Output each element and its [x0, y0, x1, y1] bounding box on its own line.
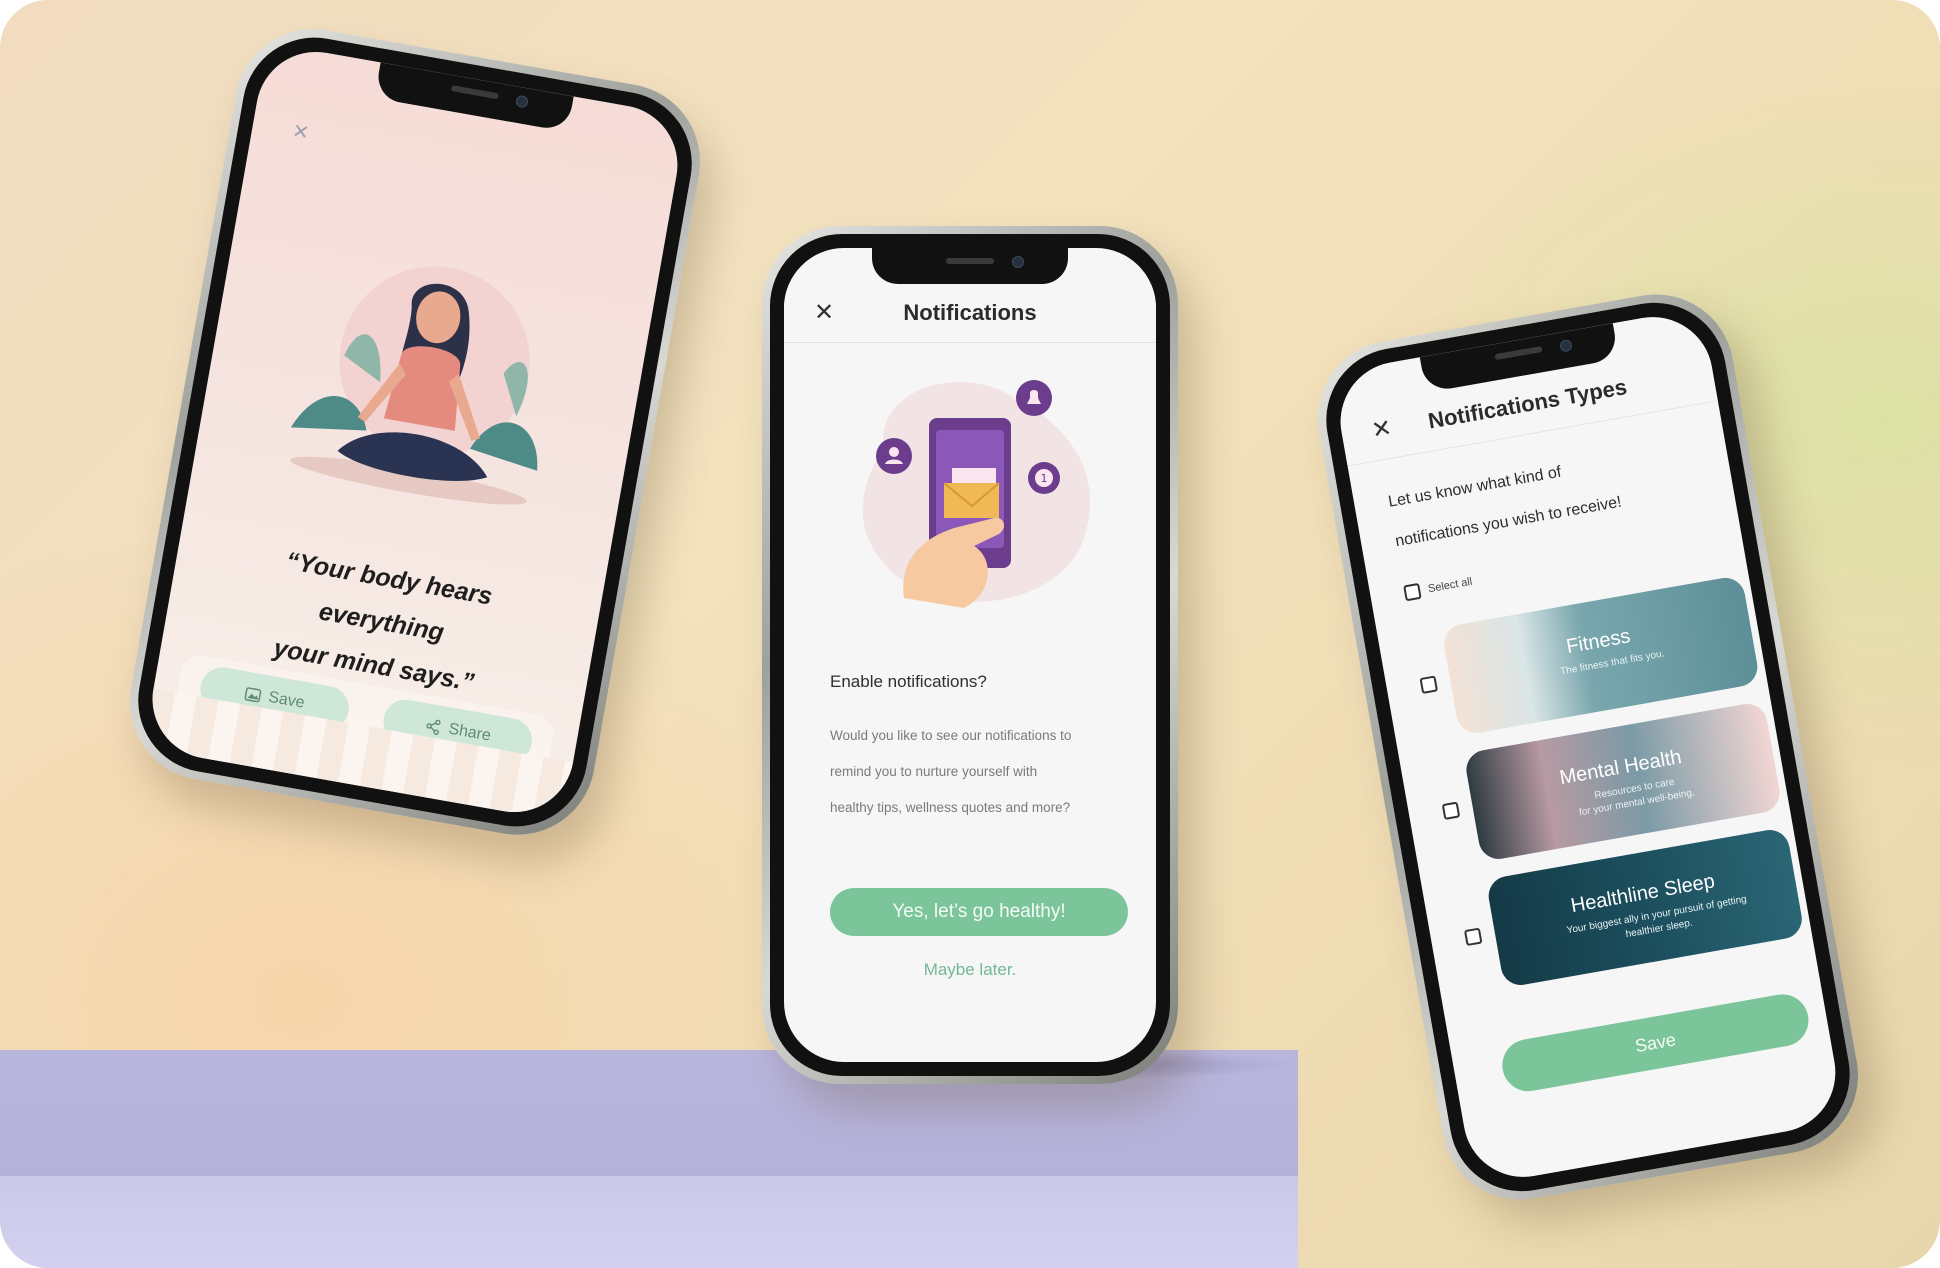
phone-bezel: ✕ Notifications 1 Enable notifications? … [770, 234, 1170, 1076]
phone-quote-screen: ✕ “Your body hears everything your mind [117, 16, 713, 848]
save-preferences-button[interactable]: Save [1498, 990, 1813, 1096]
page-title: Notifications [903, 300, 1037, 325]
meditation-illustration [290, 266, 538, 505]
mockup-scene: ✕ “Your body hears everything your mind [0, 0, 1940, 1268]
phone-notch [374, 62, 574, 132]
notifications-screen: ✕ Notifications 1 Enable notifications? … [784, 248, 1156, 1062]
quote-screen: ✕ “Your body hears everything your mind [143, 42, 687, 822]
enable-notifications-title: Enable notifications? [830, 672, 987, 691]
share-icon [426, 719, 441, 735]
pedestal-front [0, 1176, 1298, 1268]
phone-notch [872, 248, 1068, 284]
phone-notification-types-screen: ✕ Notifications Types Let us know what k… [1305, 282, 1871, 1212]
close-icon[interactable]: ✕ [290, 118, 311, 146]
image-icon [244, 687, 262, 703]
fitness-checkbox[interactable] [1419, 675, 1439, 694]
select-all-row[interactable]: Select all [1403, 574, 1473, 602]
select-all-checkbox[interactable] [1403, 582, 1422, 602]
svg-text:1: 1 [1041, 472, 1048, 485]
healthline-sleep-checkbox[interactable] [1463, 927, 1483, 947]
enable-notifications-button[interactable]: Yes, let’s go healthy! [830, 888, 1128, 936]
notifications-illustration: 1 [862, 380, 1091, 608]
mental-health-checkbox[interactable] [1441, 801, 1461, 821]
phone-notifications-screen: ✕ Notifications 1 Enable notifications? … [762, 226, 1178, 1084]
phone-bezel: ✕ “Your body hears everything your mind [126, 26, 704, 838]
notifications-description: Would you like to see our notifications … [830, 728, 1072, 815]
maybe-later-link[interactable]: Maybe later. [784, 960, 1156, 980]
notification-types-screen: ✕ Notifications Types Let us know what k… [1331, 307, 1845, 1187]
select-all-label: Select all [1427, 575, 1474, 596]
phone-bezel: ✕ Notifications Types Let us know what k… [1314, 291, 1862, 1203]
nav-header: ✕ Notifications [784, 284, 1156, 343]
